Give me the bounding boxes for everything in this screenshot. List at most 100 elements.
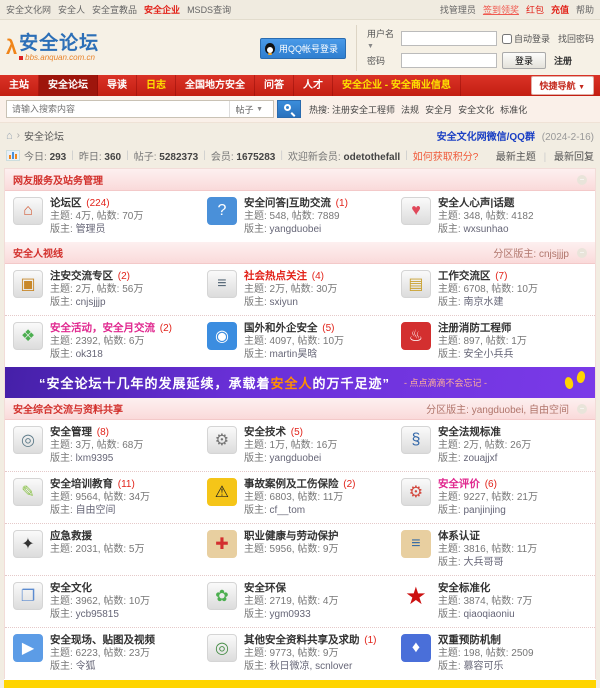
search-input[interactable] — [7, 101, 229, 117]
password-input[interactable] — [401, 53, 497, 68]
wechat-qq-group-link[interactable]: 安全文化网微信/QQ群 — [437, 132, 535, 143]
forum-mod-link[interactable]: 管理员 — [76, 224, 106, 235]
collapse-icon[interactable]: − — [577, 248, 587, 258]
topbar-right-link-4[interactable]: 帮助 — [576, 5, 594, 15]
how-get-points-link[interactable]: 如何获取积分? — [413, 148, 479, 163]
hot-search-link-0[interactable]: 注册安全工程师 — [332, 105, 395, 115]
qa-globe-icon[interactable]: ? — [207, 197, 237, 225]
forum-title-link[interactable]: 安全法规标准 — [438, 426, 501, 438]
topbar-link-1[interactable]: 安全人 — [58, 5, 85, 15]
world-globe-icon[interactable]: ◉ — [207, 322, 237, 350]
forum-mod-link[interactable]: sxiyun — [270, 297, 298, 308]
home-icon[interactable]: ⌂ — [6, 130, 13, 142]
nav-item-6[interactable]: 人才 — [294, 75, 333, 96]
forum-title-link[interactable]: 职业健康与劳动保护 — [244, 530, 339, 542]
topbar-right-link-3[interactable]: 充值 — [551, 5, 569, 15]
forum-title-link[interactable]: 安全问答|互助交流 — [244, 197, 331, 209]
forum-title-link[interactable]: 国外和外企安全 — [244, 322, 318, 334]
chevron-down-icon[interactable]: ▼ — [367, 43, 374, 50]
quick-nav-button[interactable]: 快捷导航 ▼ — [531, 76, 594, 95]
scene-media-icon[interactable]: ▶ — [13, 634, 43, 662]
evaluation-gears-icon[interactable]: ⚙ — [401, 478, 431, 506]
newest-member-link[interactable]: odetothefall — [344, 152, 401, 163]
training-icon[interactable]: ✎ — [13, 478, 43, 506]
certification-book-icon[interactable]: ≡ — [401, 530, 431, 558]
forum-title-link[interactable]: 安全管理 — [50, 426, 92, 438]
nav-item-0[interactable]: 主站 — [0, 75, 39, 96]
hot-search-link-3[interactable]: 安全文化 — [458, 105, 494, 115]
work-folders-icon[interactable]: ▤ — [401, 270, 431, 298]
forum-mod-link[interactable]: qiaoqiaoniu — [464, 609, 515, 620]
heart-topic-icon[interactable]: ♥ — [401, 197, 431, 225]
forum-title-link[interactable]: 安全文化 — [50, 582, 92, 594]
topbar-link-4[interactable]: MSDS查询 — [187, 5, 231, 15]
forum-title-link[interactable]: 安全培训教育 — [50, 478, 113, 490]
news-focus-icon[interactable]: ≡ — [207, 270, 237, 298]
forum-mod-link[interactable]: lxm9395 — [76, 453, 114, 464]
forum-title-link[interactable]: 应急救援 — [50, 530, 92, 542]
forum-mod-link[interactable]: 慕容可乐 — [464, 661, 504, 672]
collapse-icon[interactable]: − — [577, 175, 587, 185]
section-mod-link[interactable]: yangduobei, 自由空间 — [472, 405, 569, 416]
culture-photos-icon[interactable]: ❐ — [13, 582, 43, 610]
latest-topics-link[interactable]: 最新主题 — [496, 152, 536, 163]
forum-mod-link[interactable]: yangduobei — [270, 224, 322, 235]
hot-search-link-1[interactable]: 法规 — [401, 105, 419, 115]
topbar-right-link-2[interactable]: 红包 — [526, 5, 544, 15]
topbar-link-3[interactable]: 安全企业 — [144, 5, 180, 15]
activity-cubes-icon[interactable]: ❖ — [13, 322, 43, 350]
topbar-link-0[interactable]: 安全文化网 — [6, 5, 51, 15]
forum-mod-link[interactable]: zouajjxf — [464, 453, 498, 464]
auto-login-checkbox[interactable] — [502, 34, 512, 44]
topbar-link-2[interactable]: 安全宣教品 — [92, 5, 137, 15]
nav-item-4[interactable]: 全国地方安全 — [176, 75, 255, 96]
forum-title-link[interactable]: 工作交流区 — [438, 270, 491, 282]
fire-engineer-icon[interactable]: ♨ — [401, 322, 431, 350]
forum-mod-link[interactable]: ok318 — [76, 349, 103, 360]
find-password-link[interactable]: 找回密码 — [558, 32, 594, 45]
search-scope-select[interactable]: 帖子 ▼ — [229, 101, 273, 117]
register-link[interactable]: 注册 — [554, 54, 572, 67]
forum-title-link[interactable]: 论坛区 — [50, 197, 82, 209]
latest-replies-link[interactable]: 最新回复 — [554, 152, 594, 163]
forum-title-link[interactable]: 安全标准化 — [438, 582, 491, 594]
forum-mod-link[interactable]: martin昊晗 — [270, 349, 318, 360]
nav-item-2[interactable]: 导读 — [98, 75, 137, 96]
forum-title-link[interactable]: 安全活动，安全月交流 — [50, 322, 155, 334]
anniversary-banner[interactable]: “安全论坛十几年的发展延续，承载着安全人的万千足迹” - 点点滴滴不会忘记 - — [5, 367, 595, 398]
qq-login-button[interactable]: 用QQ帐号登录 — [260, 38, 346, 59]
topbar-right-link-1[interactable]: 签到领奖 — [483, 5, 519, 15]
forum-mod-link[interactable]: panjinjing — [464, 505, 506, 516]
nav-item-3[interactable]: 日志 — [137, 75, 176, 96]
forum-mod-link[interactable]: yangduobei — [270, 453, 322, 464]
forum-title-link[interactable]: 社会热点关注 — [244, 270, 307, 282]
tech-gear-folder-icon[interactable]: ⚙ — [207, 426, 237, 454]
accident-case-icon[interactable]: ⚠ — [207, 478, 237, 506]
dual-prevention-shield-icon[interactable]: ♦ — [401, 634, 431, 662]
emergency-rescue-icon[interactable]: ✦ — [13, 530, 43, 558]
section-mod-link[interactable]: cnjsjjjp — [539, 249, 569, 260]
forum-mod-link[interactable]: 自由空间 — [76, 505, 116, 516]
nav-item-1[interactable]: 安全论坛 — [39, 75, 98, 96]
forum-title-link[interactable]: 注册消防工程师 — [438, 322, 512, 334]
forum-mod-link[interactable]: ygm0933 — [270, 609, 311, 620]
topbar-right-link-0[interactable]: 找管理员 — [440, 5, 476, 15]
forum-title-link[interactable]: 事故案例及工伤保险 — [244, 478, 339, 490]
forum-mod-link[interactable]: 秋日微凉, scnlover — [270, 661, 353, 672]
forum-title-link[interactable]: 体系认证 — [438, 530, 480, 542]
hot-search-link-4[interactable]: 标准化 — [500, 105, 527, 115]
management-tools-icon[interactable]: ◎ — [13, 426, 43, 454]
forum-title-link[interactable]: 双重预防机制 — [438, 634, 501, 646]
section-title[interactable]: 安全人视线 — [13, 245, 63, 260]
hot-search-link-2[interactable]: 安全月 — [425, 105, 452, 115]
nav-item-5[interactable]: 问答 — [255, 75, 294, 96]
forum-title-link[interactable]: 安全现场、贴图及视频 — [50, 634, 155, 646]
forum-title-link[interactable]: 其他安全资料共享及求助 — [244, 634, 360, 646]
forum-mod-link[interactable]: cf__tom — [270, 505, 306, 516]
law-standard-icon[interactable]: § — [401, 426, 431, 454]
forum-title-link[interactable]: 安全环保 — [244, 582, 286, 594]
forum-mod-link[interactable]: wxsunhao — [464, 224, 509, 235]
forum-mod-link[interactable]: 南京水建 — [464, 297, 504, 308]
forum-mod-link[interactable]: 大兵哥哥 — [464, 557, 504, 568]
search-button[interactable] — [277, 100, 301, 118]
